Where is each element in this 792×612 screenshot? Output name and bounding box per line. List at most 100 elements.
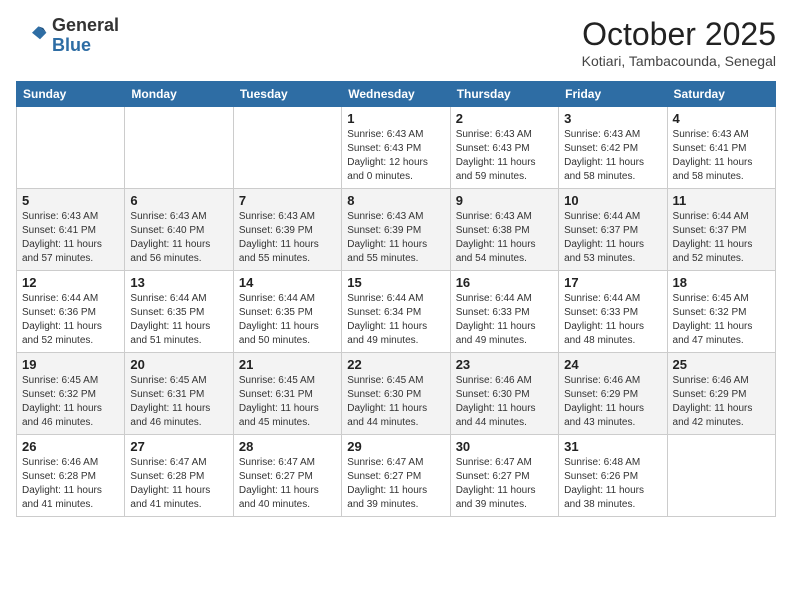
day-number: 20 [130, 357, 227, 372]
calendar-cell: 29 Sunrise: 6:47 AM Sunset: 6:27 PM Dayli… [342, 435, 450, 517]
day-number: 9 [456, 193, 553, 208]
calendar-week-row: 19 Sunrise: 6:45 AM Sunset: 6:32 PM Dayli… [17, 353, 776, 435]
calendar-cell: 25 Sunrise: 6:46 AM Sunset: 6:29 PM Dayli… [667, 353, 775, 435]
calendar-cell: 13Sunrise: 6:44 AM Sunset: 6:35 PM Dayli… [125, 271, 233, 353]
day-number: 17 [564, 275, 661, 290]
calendar-cell: 6 Sunrise: 6:43 AM Sunset: 6:40 PM Daylig… [125, 189, 233, 271]
day-number: 2 [456, 111, 553, 126]
calendar-cell: 7Sunrise: 6:43 AM Sunset: 6:39 PM Daylig… [233, 189, 341, 271]
day-info: Sunrise: 6:46 AM Sunset: 6:30 PM Dayligh… [456, 374, 553, 430]
day-info: Sunrise: 6:44 AM Sunset: 6:33 PM Dayligh… [456, 292, 553, 348]
day-number: 15 [347, 275, 444, 290]
day-info: Sunrise: 6:46 AM Sunset: 6:29 PM Dayligh… [564, 374, 661, 430]
calendar-cell [667, 435, 775, 517]
day-number: 4 [673, 111, 770, 126]
calendar-cell: 16 Sunrise: 6:44 AM Sunset: 6:33 PM Dayli… [450, 271, 558, 353]
weekday-header-row: SundayMondayTuesdayWednesdayThursdayFrid… [17, 82, 776, 107]
day-info: Sunrise: 6:44 AM Sunset: 6:33 PM Dayligh… [564, 292, 661, 348]
calendar-cell: 21 Sunrise: 6:45 AM Sunset: 6:31 PM Dayli… [233, 353, 341, 435]
calendar-cell: 19 Sunrise: 6:45 AM Sunset: 6:32 PM Dayli… [17, 353, 125, 435]
calendar-week-row: 5 Sunrise: 6:43 AM Sunset: 6:41 PM Daylig… [17, 189, 776, 271]
day-info: Sunrise: 6:43 AM Sunset: 6:39 PM Dayligh… [347, 210, 444, 266]
day-info: Sunrise: 6:46 AM Sunset: 6:29 PM Dayligh… [673, 374, 770, 430]
day-number: 11 [673, 193, 770, 208]
day-info: Sunrise: 6:45 AM Sunset: 6:31 PM Dayligh… [130, 374, 227, 430]
day-number: 3 [564, 111, 661, 126]
day-number: 23 [456, 357, 553, 372]
day-info: Sunrise: 6:44 AM Sunset: 6:34 PM Dayligh… [347, 292, 444, 348]
calendar-week-row: 26Sunrise: 6:46 AM Sunset: 6:28 PM Dayli… [17, 435, 776, 517]
day-number: 10 [564, 193, 661, 208]
title-block: October 2025 Kotiari, Tambacounda, Seneg… [582, 16, 776, 69]
weekday-header-tuesday: Tuesday [233, 82, 341, 107]
calendar-cell: 2 Sunrise: 6:43 AM Sunset: 6:43 PM Daylig… [450, 107, 558, 189]
calendar-cell: 24 Sunrise: 6:46 AM Sunset: 6:29 PM Dayli… [559, 353, 667, 435]
day-info: Sunrise: 6:45 AM Sunset: 6:32 PM Dayligh… [673, 292, 770, 348]
day-info: Sunrise: 6:43 AM Sunset: 6:40 PM Dayligh… [130, 210, 227, 266]
day-number: 5 [22, 193, 119, 208]
day-info: Sunrise: 6:47 AM Sunset: 6:28 PM Dayligh… [130, 456, 227, 512]
calendar-cell: 23 Sunrise: 6:46 AM Sunset: 6:30 PM Dayli… [450, 353, 558, 435]
calendar-table: SundayMondayTuesdayWednesdayThursdayFrid… [16, 81, 776, 517]
day-info: Sunrise: 6:44 AM Sunset: 6:35 PM Dayligh… [239, 292, 336, 348]
day-info: Sunrise: 6:44 AM Sunset: 6:36 PM Dayligh… [22, 292, 119, 348]
day-number: 6 [130, 193, 227, 208]
weekday-header-saturday: Saturday [667, 82, 775, 107]
day-info: Sunrise: 6:43 AM Sunset: 6:41 PM Dayligh… [673, 128, 770, 184]
weekday-header-thursday: Thursday [450, 82, 558, 107]
day-info: Sunrise: 6:45 AM Sunset: 6:30 PM Dayligh… [347, 374, 444, 430]
day-info: Sunrise: 6:43 AM Sunset: 6:39 PM Dayligh… [239, 210, 336, 266]
day-info: Sunrise: 6:44 AM Sunset: 6:37 PM Dayligh… [564, 210, 661, 266]
logo: General Blue [16, 16, 119, 56]
calendar-cell: 30 Sunrise: 6:47 AM Sunset: 6:27 PM Dayli… [450, 435, 558, 517]
month-title: October 2025 [582, 16, 776, 53]
day-info: Sunrise: 6:47 AM Sunset: 6:27 PM Dayligh… [239, 456, 336, 512]
weekday-header-sunday: Sunday [17, 82, 125, 107]
calendar-cell: 12Sunrise: 6:44 AM Sunset: 6:36 PM Dayli… [17, 271, 125, 353]
day-number: 18 [673, 275, 770, 290]
day-info: Sunrise: 6:47 AM Sunset: 6:27 PM Dayligh… [456, 456, 553, 512]
calendar-cell: 17 Sunrise: 6:44 AM Sunset: 6:33 PM Dayli… [559, 271, 667, 353]
day-info: Sunrise: 6:45 AM Sunset: 6:31 PM Dayligh… [239, 374, 336, 430]
calendar-cell: 31Sunrise: 6:48 AM Sunset: 6:26 PM Dayli… [559, 435, 667, 517]
calendar-cell [233, 107, 341, 189]
calendar-cell: 27 Sunrise: 6:47 AM Sunset: 6:28 PM Dayli… [125, 435, 233, 517]
day-number: 27 [130, 439, 227, 454]
calendar-cell: 18 Sunrise: 6:45 AM Sunset: 6:32 PM Dayli… [667, 271, 775, 353]
calendar-cell: 28 Sunrise: 6:47 AM Sunset: 6:27 PM Dayli… [233, 435, 341, 517]
day-number: 22 [347, 357, 444, 372]
day-number: 28 [239, 439, 336, 454]
day-number: 16 [456, 275, 553, 290]
calendar-cell: 22 Sunrise: 6:45 AM Sunset: 6:30 PM Dayli… [342, 353, 450, 435]
day-number: 31 [564, 439, 661, 454]
calendar-week-row: 1 Sunrise: 6:43 AM Sunset: 6:43 PM Daylig… [17, 107, 776, 189]
day-info: Sunrise: 6:47 AM Sunset: 6:27 PM Dayligh… [347, 456, 444, 512]
day-number: 19 [22, 357, 119, 372]
day-number: 30 [456, 439, 553, 454]
logo-icon [16, 20, 48, 52]
day-info: Sunrise: 6:45 AM Sunset: 6:32 PM Dayligh… [22, 374, 119, 430]
weekday-header-friday: Friday [559, 82, 667, 107]
day-info: Sunrise: 6:43 AM Sunset: 6:41 PM Dayligh… [22, 210, 119, 266]
day-number: 21 [239, 357, 336, 372]
day-number: 14 [239, 275, 336, 290]
day-info: Sunrise: 6:46 AM Sunset: 6:28 PM Dayligh… [22, 456, 119, 512]
day-number: 29 [347, 439, 444, 454]
logo-general-text: General [52, 16, 119, 36]
day-number: 24 [564, 357, 661, 372]
calendar-cell: 5 Sunrise: 6:43 AM Sunset: 6:41 PM Daylig… [17, 189, 125, 271]
calendar-cell: 26Sunrise: 6:46 AM Sunset: 6:28 PM Dayli… [17, 435, 125, 517]
logo-blue-text: Blue [52, 36, 119, 56]
calendar-cell: 15 Sunrise: 6:44 AM Sunset: 6:34 PM Dayli… [342, 271, 450, 353]
location-subtitle: Kotiari, Tambacounda, Senegal [582, 53, 776, 69]
day-number: 1 [347, 111, 444, 126]
calendar-cell: 4 Sunrise: 6:43 AM Sunset: 6:41 PM Daylig… [667, 107, 775, 189]
day-info: Sunrise: 6:43 AM Sunset: 6:38 PM Dayligh… [456, 210, 553, 266]
day-number: 25 [673, 357, 770, 372]
day-info: Sunrise: 6:43 AM Sunset: 6:43 PM Dayligh… [347, 128, 444, 184]
day-info: Sunrise: 6:44 AM Sunset: 6:35 PM Dayligh… [130, 292, 227, 348]
page-header: General Blue October 2025 Kotiari, Tamba… [16, 16, 776, 69]
day-info: Sunrise: 6:43 AM Sunset: 6:43 PM Dayligh… [456, 128, 553, 184]
calendar-cell: 3Sunrise: 6:43 AM Sunset: 6:42 PM Daylig… [559, 107, 667, 189]
calendar-cell: 10 Sunrise: 6:44 AM Sunset: 6:37 PM Dayli… [559, 189, 667, 271]
